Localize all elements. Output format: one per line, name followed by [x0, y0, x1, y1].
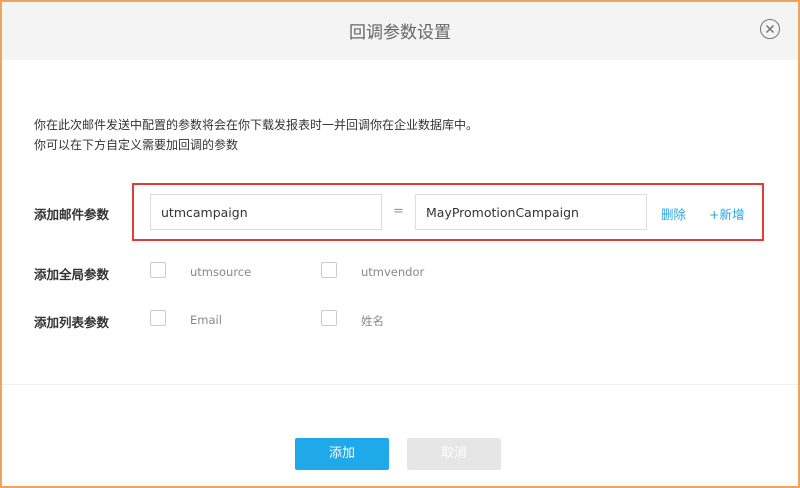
delete-param-link[interactable]: 删除 [661, 204, 686, 223]
add-param-link[interactable]: +新增 [709, 204, 744, 223]
dialog-title: 回调参数设置 [349, 23, 451, 43]
callback-params-dialog: 回调参数设置 你在此次邮件发送中配置的参数将会在你下载发报表时一并回调你在企业数… [0, 0, 800, 488]
checkbox-label-name: 姓名 [361, 314, 384, 328]
description-line-2: 你可以在下方自定义需要加回调的参数 [34, 138, 239, 152]
cancel-button[interactable]: 取消 [407, 438, 501, 470]
checkbox-label-email: Email [190, 313, 222, 327]
checkbox-name[interactable] [321, 310, 337, 326]
param-value-input[interactable] [415, 194, 647, 230]
global-params-label: 添加全局参数 [34, 267, 110, 282]
close-circle-icon [765, 24, 775, 34]
checkbox-utmsource[interactable] [150, 262, 166, 278]
list-params-label: 添加列表参数 [34, 315, 110, 330]
footer-divider [2, 384, 798, 385]
param-key-input[interactable] [150, 194, 382, 230]
checkbox-utmvendor[interactable] [321, 262, 337, 278]
checkbox-email[interactable] [150, 310, 166, 326]
equals-sign: = [393, 204, 404, 219]
close-button[interactable] [760, 19, 780, 39]
mail-params-label: 添加邮件参数 [34, 207, 110, 222]
add-button[interactable]: 添加 [295, 438, 389, 470]
checkbox-label-utmsource: utmsource [190, 265, 252, 279]
description-line-1: 你在此次邮件发送中配置的参数将会在你下载发报表时一并回调你在企业数据库中。 [34, 118, 479, 132]
dialog-header: 回调参数设置 [2, 2, 798, 60]
description: 你在此次邮件发送中配置的参数将会在你下载发报表时一并回调你在企业数据库中。 你可… [34, 115, 478, 155]
checkbox-label-utmvendor: utmvendor [361, 265, 425, 279]
